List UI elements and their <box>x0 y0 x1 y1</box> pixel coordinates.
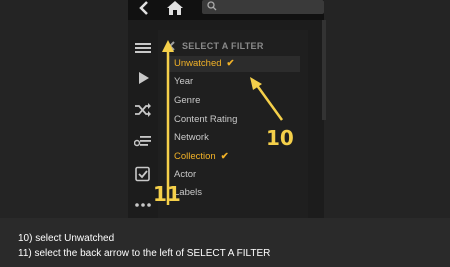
filter-item-network[interactable]: Network <box>174 130 209 146</box>
more-icon[interactable] <box>134 196 152 212</box>
filter-item-label: Collection <box>174 151 216 162</box>
back-arrow-icon[interactable] <box>137 0 151 16</box>
screenshot-area: SELECT A FILTER Unwatched ✔ Year Genre Co… <box>0 0 450 218</box>
instructions-caption: 10) select Unwatched 11) select the back… <box>18 231 270 261</box>
filter-panel-title: SELECT A FILTER <box>182 41 264 51</box>
shuffle-icon[interactable] <box>134 102 152 118</box>
playlist-add-icon[interactable] <box>134 133 152 149</box>
instruction-line-1: 10) select Unwatched <box>18 233 115 244</box>
instruction-line-2: 11) select the back arrow to the left of… <box>18 248 271 259</box>
filter-item-label: Genre <box>174 95 201 106</box>
filter-item-label: Content Rating <box>174 114 238 125</box>
filter-item-genre[interactable]: Genre <box>174 93 200 109</box>
filter-item-year[interactable]: Year <box>174 74 193 90</box>
search-input[interactable] <box>202 0 324 14</box>
filter-item-collection[interactable]: Collection ✔ <box>174 149 229 165</box>
search-icon <box>207 1 217 11</box>
scrollbar[interactable] <box>322 20 326 120</box>
filter-item-unwatched[interactable]: Unwatched ✔ <box>168 56 300 72</box>
chevron-left-icon[interactable] <box>168 41 176 51</box>
menu-icon[interactable] <box>134 40 152 56</box>
filter-item-label: Unwatched <box>174 58 222 69</box>
check-icon: ✔ <box>226 58 235 69</box>
filter-item-label: Year <box>174 76 194 87</box>
top-bar <box>128 0 324 20</box>
home-icon[interactable] <box>166 0 184 16</box>
filter-item-actor[interactable]: Actor <box>174 167 196 183</box>
step-11-label: 11 <box>153 182 181 206</box>
filter-item-label: Actor <box>174 169 197 180</box>
checklist-icon[interactable] <box>134 166 152 182</box>
check-icon: ✔ <box>220 151 229 162</box>
filter-item-label: Network <box>174 132 209 143</box>
play-icon[interactable] <box>134 70 152 86</box>
step-10-label: 10 <box>266 126 294 150</box>
filter-item-content-rating[interactable]: Content Rating <box>174 112 237 128</box>
filter-panel-header: SELECT A FILTER <box>168 38 264 54</box>
